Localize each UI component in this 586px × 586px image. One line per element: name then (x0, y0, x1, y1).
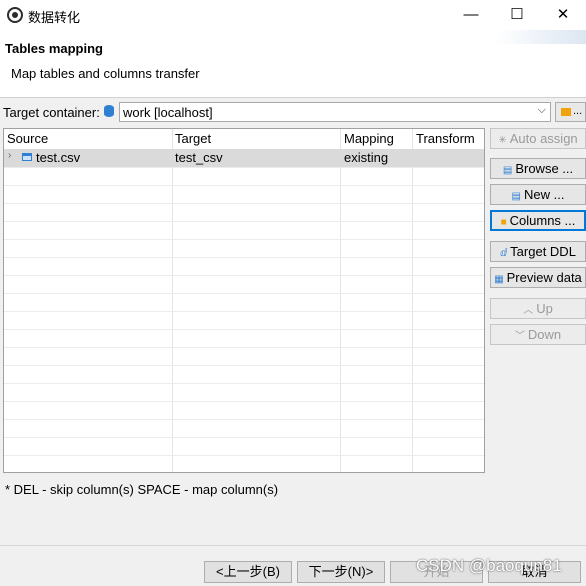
keyboard-hint: * DEL - skip column(s) SPACE - map colum… (5, 482, 279, 497)
footer-divider (0, 545, 586, 546)
empty-table-row (4, 401, 484, 420)
empty-table-row (4, 437, 484, 456)
close-button[interactable]: ✕ (540, 0, 586, 30)
empty-table-row (4, 275, 484, 294)
target-container-value: work [localhost] (123, 105, 213, 120)
column-header-transform[interactable]: Transform (416, 131, 475, 146)
chevron-down-icon: ﹀ (514, 331, 525, 342)
empty-table-row (4, 365, 484, 384)
row-source: test.csv (36, 150, 81, 165)
folder-icon (561, 108, 571, 116)
choose-container-button[interactable]: ... (555, 102, 586, 122)
header-decoration (496, 30, 586, 44)
preview-icon: ▦ (494, 274, 504, 285)
preview-data-button[interactable]: ▦ Preview data (490, 267, 586, 288)
page-description: Map tables and columns transfer (11, 66, 200, 81)
columns-icon: ■ (500, 217, 507, 228)
column-header-target[interactable]: Target (175, 131, 211, 146)
minimize-button[interactable]: — (448, 0, 494, 30)
auto-assign-button[interactable]: ✳ Auto assign (490, 128, 586, 149)
wizard-header: Tables mapping Map tables and columns tr… (0, 30, 586, 98)
columns-button[interactable]: ■ Columns ... (490, 210, 586, 231)
new-button[interactable]: ▤ New ... (490, 184, 586, 205)
new-table-icon: ▤ (511, 191, 521, 202)
watermark: CSDN @baoqun81 (416, 556, 562, 575)
empty-table-row (4, 383, 484, 402)
table-row[interactable]: › test.csv test_csv existing (4, 149, 484, 168)
empty-table-row (4, 239, 484, 258)
database-icon (104, 105, 114, 117)
maximize-button[interactable]: ☐ (494, 0, 540, 30)
back-button[interactable]: <上一步(B) (204, 561, 292, 583)
empty-table-row (4, 455, 484, 472)
page-title: Tables mapping (5, 41, 103, 56)
expand-arrow-icon[interactable]: › (8, 150, 11, 161)
mapping-table[interactable]: Source Target Mapping Transform › test.c… (3, 128, 485, 473)
choose-container-dots: ... (573, 105, 583, 117)
up-button[interactable]: ︿ Up (490, 298, 586, 319)
empty-table-row (4, 419, 484, 438)
empty-table-row (4, 293, 484, 312)
next-button[interactable]: 下一步(N)> (297, 561, 385, 583)
window-title: 数据转化 (28, 10, 81, 25)
empty-table-row (4, 221, 484, 240)
chevron-down-icon: ⌵ (537, 104, 546, 116)
empty-table-row (4, 311, 484, 330)
row-target: test_csv (175, 150, 223, 165)
empty-table-row (4, 167, 484, 186)
browse-button[interactable]: ▤ Browse ... (490, 158, 586, 179)
empty-table-row (4, 347, 484, 366)
down-button[interactable]: ﹀ Down (490, 324, 586, 345)
ddl-icon: ⅆ (500, 248, 508, 259)
asterisk-icon: ✳ (498, 135, 507, 146)
row-mapping: existing (344, 150, 389, 165)
table-header: Source Target Mapping Transform (4, 129, 484, 150)
table-icon: ▤ (502, 165, 513, 176)
column-header-source[interactable]: Source (7, 131, 48, 146)
target-container-label: Target container: (3, 105, 100, 120)
target-ddl-button[interactable]: ⅆ Target DDL (490, 241, 586, 262)
chevron-up-icon: ︿ (523, 305, 534, 316)
title-bar: 数据转化 — ☐ ✕ (0, 0, 586, 30)
target-container-select[interactable]: work [localhost] ⌵ (119, 102, 551, 122)
empty-table-row (4, 329, 484, 348)
empty-table-row (4, 257, 484, 276)
app-icon (7, 7, 23, 23)
table-icon (22, 153, 32, 161)
column-header-mapping[interactable]: Mapping (344, 131, 394, 146)
empty-table-row (4, 185, 484, 204)
empty-table-row (4, 203, 484, 222)
